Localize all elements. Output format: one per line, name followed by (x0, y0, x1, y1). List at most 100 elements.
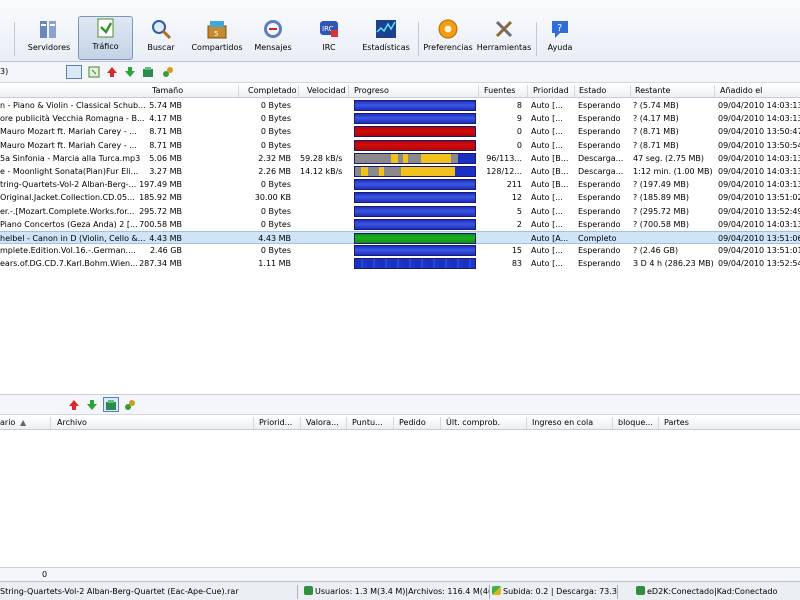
cell-priority: Auto [... (531, 259, 563, 269)
col-parts[interactable]: Partes (664, 418, 689, 427)
download-row[interactable]: er.-.[Mozart.Complete.Works.for... 295.72… (0, 205, 800, 218)
progress-bar (354, 245, 476, 257)
download-arrow-icon[interactable] (86, 399, 98, 411)
cell-speed: 14.12 kB/s (300, 167, 342, 176)
col-queued[interactable]: Ingreso en cola (532, 418, 593, 427)
download-row[interactable]: tring-Quartets-Vol-2 Alban-Berg-... 197.4… (0, 178, 800, 191)
download-row[interactable]: n - Piano & Violin - Classical Schub... 5… (0, 99, 800, 112)
download-row[interactable]: ears.of.DG.CD.7.Karl.Bohm.Wien... 287.34 … (0, 257, 800, 270)
transfers-icon (95, 17, 117, 39)
col-file[interactable]: Archivo (57, 418, 87, 427)
servers-button[interactable]: Servidores (24, 18, 74, 60)
download-arrow-icon[interactable] (124, 66, 136, 78)
cell-sources: 83 (511, 259, 522, 269)
col-rating[interactable]: Valora... (306, 418, 339, 427)
cell-sources: 96/113... (486, 153, 522, 163)
cell-sources: 0 (516, 140, 522, 150)
cell-added: 09/04/2010 13:50:47 (718, 127, 800, 137)
tools-button[interactable]: Herramientas (477, 18, 531, 60)
shared-files-icon: 5 (206, 18, 228, 40)
cell-status: Esperando (578, 114, 621, 124)
statistics-button[interactable]: Estadísticas (360, 18, 412, 60)
download-row[interactable]: Original.Jacket.Collection.CD.05... 185.9… (0, 191, 800, 204)
download-row[interactable]: helbel - Canon in D (Violin, Cello &... 4… (0, 231, 800, 245)
cell-completed: 30.00 KB (254, 193, 291, 203)
cell-sources: 2 (516, 219, 522, 229)
cell-size: 3.27 MB (149, 167, 182, 176)
clients-icon[interactable] (162, 66, 174, 78)
queue-icon[interactable] (103, 397, 119, 412)
transfer-rates-icon (492, 586, 501, 595)
cell-priority: Auto [... (531, 206, 563, 216)
uploads-list[interactable] (0, 431, 800, 567)
progress-bar (354, 192, 476, 204)
download-row[interactable]: e - Moonlight Sonata(Pian)Fur Eli... 3.27… (0, 165, 800, 178)
cell-completed: 0 Bytes (260, 246, 291, 256)
transfers-button[interactable]: Tráfico (78, 16, 133, 60)
split-window-icon[interactable] (66, 65, 82, 79)
downloads-list[interactable]: n - Piano & Violin - Classical Schub... 5… (0, 98, 800, 394)
download-row[interactable]: Mauro Mozart ft. Mariah Carey - ... 8.71 … (0, 125, 800, 138)
download-row[interactable]: Piano Concertos (Geza Anda) 2 [... 700.58… (0, 218, 800, 231)
cell-remaining: 1:12 min. (1.00 MB) (633, 167, 713, 176)
col-priority[interactable]: Priorid... (259, 418, 292, 427)
col-sources[interactable]: Fuentes (484, 86, 515, 95)
irc-icon: IRC (318, 18, 340, 40)
col-size[interactable]: Tamaño (152, 86, 183, 95)
download-row[interactable]: mplete.Edition.Vol.16.-.German.... 2.46 G… (0, 244, 800, 257)
col-score[interactable]: Puntu... (352, 418, 383, 427)
col-priority[interactable]: Prioridad (533, 86, 569, 95)
status-rates: Subida: 0.2 | Descarga: 73.3 (492, 585, 618, 599)
toolbar-separator (14, 22, 15, 56)
col-blocked[interactable]: bloque... (618, 418, 653, 427)
download-row[interactable]: 5a Sinfonia - Marcia alla Turca.mp3 5.06 … (0, 152, 800, 165)
col-remaining[interactable]: Restante (635, 86, 670, 95)
shared-files-button[interactable]: 5 Compartidos (190, 18, 244, 60)
progress-bar (354, 113, 476, 125)
col-completed[interactable]: Completado (248, 86, 297, 95)
preferences-button[interactable]: Preferencias (422, 18, 474, 60)
cell-added: 09/04/2010 14:03:13 (718, 167, 800, 176)
uploads-table-header: ario ▲ Archivo Priorid... Valora... Punt… (0, 416, 800, 430)
preferences-icon (437, 18, 459, 40)
cell-priority: Auto [B... (531, 180, 569, 190)
col-speed[interactable]: Velocidad (307, 86, 346, 95)
cell-size: 4.17 MB (149, 114, 182, 124)
cell-completed: 0 Bytes (260, 206, 291, 216)
toolbar-separator (536, 22, 537, 56)
col-progress[interactable]: Progreso (354, 86, 389, 95)
cell-priority: Auto [... (531, 127, 563, 137)
cell-status: Esperando (578, 246, 621, 256)
col-added[interactable]: Añadido el (720, 86, 762, 95)
download-row[interactable]: Mauro Mozart ft. Mariah Carey - ... 8.71 … (0, 139, 800, 152)
col-user[interactable]: ario (0, 418, 15, 427)
upload-arrow-icon[interactable] (106, 66, 118, 78)
status-users-text: Usuarios: 1.3 M(3.4 M)|Archivos: 116.4 M… (315, 587, 490, 596)
cell-remaining: 47 seg. (2.75 MB) (633, 153, 704, 163)
help-button[interactable]: ? Ayuda (542, 18, 578, 60)
download-row[interactable]: ore publicità Vecchia Romagna - B... 4.17… (0, 112, 800, 125)
cell-added: 09/04/2010 14:03:13 (718, 219, 800, 229)
col-status[interactable]: Estado (579, 86, 606, 95)
progress-segment (400, 167, 455, 176)
download-list-icon[interactable] (88, 66, 100, 78)
cell-sources: 0 (516, 127, 522, 137)
upload-arrow-icon[interactable] (68, 399, 80, 411)
cell-sources: 9 (516, 114, 522, 124)
cell-priority: Auto [B... (531, 153, 569, 163)
progress-segment (391, 153, 399, 163)
downloads-count: 3) (0, 67, 9, 76)
sort-arrow-icon: ▲ (20, 418, 27, 427)
cell-added: 09/04/2010 14:03:13 (718, 153, 800, 163)
clients-icon[interactable] (124, 399, 136, 411)
col-requested[interactable]: Pedido (399, 418, 426, 427)
irc-button[interactable]: IRC IRC (312, 18, 346, 60)
messages-button[interactable]: Mensajes (252, 18, 294, 60)
cell-remaining: ? (197.49 MB) (633, 180, 689, 190)
col-last-check[interactable]: Últ. comprob. (446, 418, 500, 427)
search-button[interactable]: Buscar (140, 18, 182, 60)
cell-completed: 2.32 MB (258, 153, 291, 163)
cell-completed: 0 Bytes (260, 114, 291, 124)
queue-icon[interactable] (142, 66, 154, 78)
progress-bar (354, 179, 476, 191)
